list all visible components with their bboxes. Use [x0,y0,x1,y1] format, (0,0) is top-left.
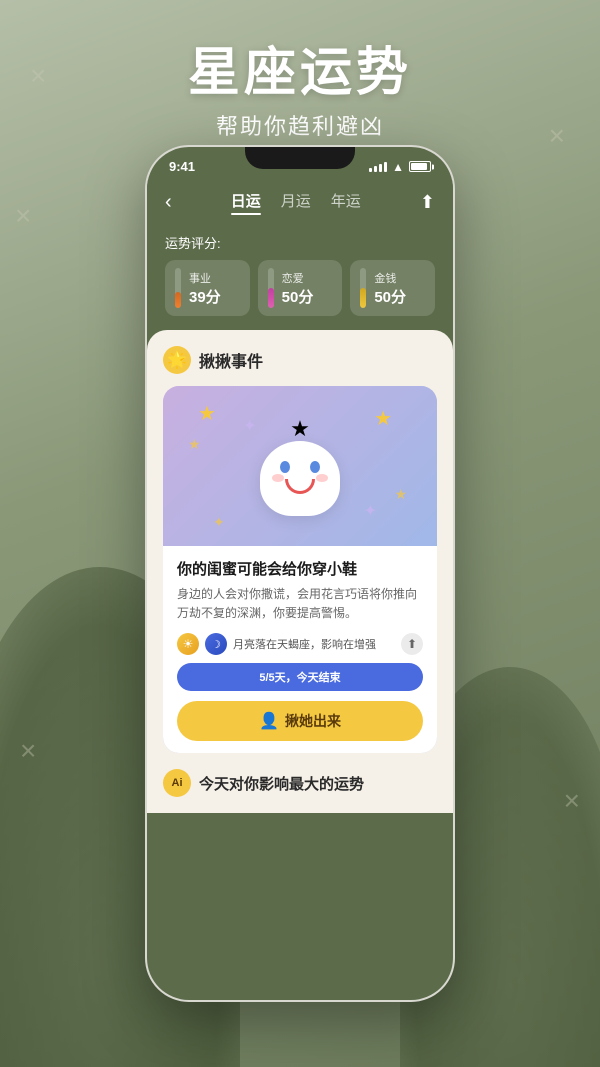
score-card-career: 事业 39分 [165,260,250,316]
bottom-section-header: Ai 今天对你影响最大的运势 [163,765,437,797]
score-cards: 事业 39分 恋爱 50分 [165,260,435,316]
score-card-money: 金钱 50分 [350,260,435,316]
battery-fill [411,163,427,170]
progress-text: 5/5天，今天结束 [259,672,340,684]
ghost-eye-right [310,461,320,473]
wifi-icon: ▲ [392,160,404,174]
event-section-icon: 🌟 [163,346,191,374]
event-section-title: 揪揪事件 [199,348,263,372]
nav-bar: ‹ 日运 月运 年运 ⬆ [147,180,453,223]
x-decoration: × [564,785,580,817]
planet-text: 月亮落在天蝎座，影响在增强 [233,636,376,652]
love-name: 恋爱 [282,270,314,286]
sparkle-2: ✦ [364,501,377,521]
nav-tabs: 日运 月运 年运 [231,190,361,215]
phone-frame: 9:41 ▲ ‹ 日运 月运 [145,145,455,1002]
back-button[interactable]: ‹ [165,191,172,214]
signal-bar-4 [384,162,387,172]
ghost-eye-left [280,461,290,473]
progress-bar: 5/5天，今天结束 [177,663,423,691]
card-section: 🌟 揪揪事件 ★ ★ ★ ★ ✦ ✦ ✦ [147,330,453,813]
event-section-header: 🌟 揪揪事件 [163,346,437,374]
event-meta-left: ☀ ☽ 月亮落在天蝎座，影响在增强 [177,633,376,655]
signal-icon [369,162,387,172]
battery-icon [409,161,431,172]
score-section: 运势评分: 事业 39分 [147,223,453,330]
tab-daily[interactable]: 日运 [231,190,261,215]
planet-sun-icon: ☀ [177,633,199,655]
action-button[interactable]: 👤 揪她出来 [177,701,423,741]
signal-bar-3 [379,164,382,172]
event-desc: 身边的人会对你撒谎，会用花言巧语将你推向万劫不复的深渊，你要提高警惕。 [177,585,423,623]
time-display: 9:41 [169,159,195,174]
money-bar-fill [360,288,366,308]
money-value: 50分 [374,286,406,307]
tab-yearly[interactable]: 年运 [331,190,361,215]
event-title: 你的闺蜜可能会给你穿小鞋 [177,558,423,579]
money-name: 金钱 [374,270,406,286]
event-illustration: ★ ★ ★ ★ ✦ ✦ ✦ ★ [163,386,437,546]
star-sm-1: ★ [188,436,201,453]
career-bar-fill [175,292,181,308]
phone-wrapper: 9:41 ▲ ‹ 日运 月运 [145,145,455,1002]
bottom-title: 今天对你影响最大的运势 [199,773,364,794]
sub-title: 帮助你趋利避凶 [0,109,600,141]
tab-monthly[interactable]: 月运 [281,190,311,215]
action-icon: 👤 [259,711,279,731]
love-bar-fill [268,288,274,308]
career-name: 事业 [189,270,221,286]
ghost-mouth [285,479,315,494]
status-icons: ▲ [369,160,431,174]
money-info: 金钱 50分 [374,270,406,307]
love-value: 50分 [282,286,314,307]
planet-moon-icon: ☽ [205,633,227,655]
event-meta: ☀ ☽ 月亮落在天蝎座，影响在增强 ⬆ [177,633,423,655]
signal-bar-1 [369,168,372,172]
event-body: 你的闺蜜可能会给你穿小鞋 身边的人会对你撒谎，会用花言巧语将你推向万劫不复的深渊… [163,546,437,753]
career-bar-bg [175,268,181,308]
x-decoration: × [15,200,31,232]
signal-bar-2 [374,166,377,172]
love-bar-bg [268,268,274,308]
action-btn-text: 揪她出来 [285,711,341,731]
money-bar-bg [360,268,366,308]
ghost-star: ★ [290,416,310,442]
x-decoration: × [20,735,36,767]
ghost-cheek-right [316,474,328,482]
star-decoration-2: ★ [374,406,392,431]
status-bar: 9:41 ▲ [147,147,453,180]
phone-content: ‹ 日运 月运 年运 ⬆ 运势评分: 事业 [147,180,453,1000]
ghost-cheek-left [272,474,284,482]
career-info: 事业 39分 [189,270,221,307]
event-card: ★ ★ ★ ★ ✦ ✦ ✦ ★ [163,386,437,753]
notch [245,147,355,169]
share-button[interactable]: ⬆ [420,192,435,213]
ghost-face [270,456,330,496]
ghost-character: ★ [250,416,350,516]
score-card-love: 恋爱 50分 [258,260,343,316]
ghost-body [260,441,340,516]
love-info: 恋爱 50分 [282,270,314,307]
star-sm-3: ✦ [213,514,225,531]
star-sm-2: ★ [394,486,407,503]
share-small-button[interactable]: ⬆ [401,633,423,655]
title-area: 星座运势 帮助你趋利避凶 [0,30,600,141]
score-label: 运势评分: [165,233,435,252]
ai-badge: Ai [163,769,191,797]
career-value: 39分 [189,286,221,307]
main-title: 星座运势 [0,30,600,105]
star-decoration-1: ★ [198,401,216,426]
